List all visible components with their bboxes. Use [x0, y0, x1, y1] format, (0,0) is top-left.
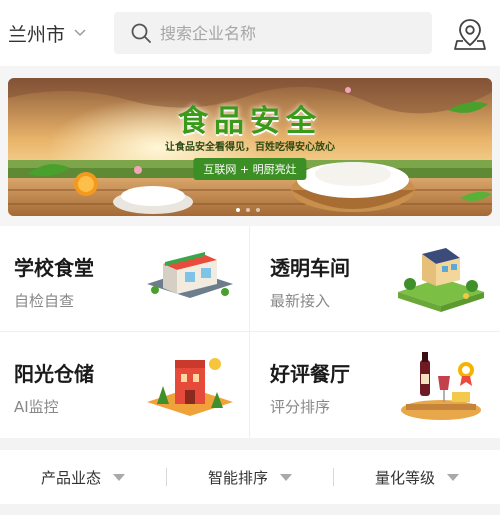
filter-label: 智能排序 — [207, 468, 268, 487]
category-subtitle: 最新接入 — [270, 292, 331, 310]
category-sunshine-warehouse[interactable]: 阳光仓储 AI监控 — [0, 332, 250, 438]
dropdown-triangle-icon — [447, 473, 459, 481]
transparent-workshop-icon — [398, 248, 484, 312]
category-subtitle: 评分排序 — [270, 398, 331, 416]
search-bar[interactable] — [114, 12, 432, 54]
dropdown-triangle-icon — [113, 473, 125, 481]
filter-rating-level[interactable]: 量化等级 — [334, 467, 500, 488]
category-title: 好评餐厅 — [270, 362, 350, 386]
top-bar: 兰州市 — [0, 0, 500, 66]
city-selector[interactable]: 兰州市 — [8, 18, 87, 48]
search-icon — [131, 23, 151, 43]
warehouse-icon — [147, 358, 233, 416]
food-safety-banner[interactable]: 食品安全 让食品安全看得见，百姓吃得安心放心 互联网 + 明厨亮灶 — [8, 78, 492, 216]
filter-label: 量化等级 — [374, 468, 435, 487]
category-subtitle: AI监控 — [14, 398, 59, 416]
restaurant-icon — [401, 352, 481, 420]
filter-label: 产品业态 — [40, 468, 101, 487]
filter-bar: 产品业态 智能排序 量化等级 — [0, 450, 500, 504]
school-canteen-icon — [147, 252, 233, 298]
category-title: 阳光仓储 — [14, 362, 94, 386]
category-subtitle: 自检自查 — [14, 292, 75, 310]
banner-title: 食品安全 — [178, 104, 322, 139]
banner-area: 食品安全 让食品安全看得见，百姓吃得安心放心 互联网 + 明厨亮灶 — [0, 66, 500, 226]
chevron-down-icon — [74, 29, 86, 37]
banner-tag: 互联网 + 明厨亮灶 — [193, 158, 307, 180]
category-school-canteen[interactable]: 学校食堂 自检自查 — [0, 226, 250, 332]
category-grid: 学校食堂 自检自查 透明车间 最新接入 阳光仓储 AI监控 好评餐厅 评分排序 — [0, 226, 500, 438]
category-transparent-workshop[interactable]: 透明车间 最新接入 — [250, 226, 500, 332]
category-top-rated-restaurant[interactable]: 好评餐厅 评分排序 — [250, 332, 500, 438]
filter-product-type[interactable]: 产品业态 — [0, 467, 166, 488]
section-divider — [0, 438, 500, 450]
category-title: 学校食堂 — [14, 256, 94, 280]
filter-smart-sort[interactable]: 智能排序 — [167, 467, 333, 488]
category-title: 透明车间 — [270, 256, 350, 280]
city-label: 兰州市 — [8, 23, 66, 46]
bottom-divider — [0, 504, 500, 515]
dropdown-triangle-icon — [280, 473, 292, 481]
search-input[interactable] — [160, 23, 420, 43]
banner-subtitle: 让食品安全看得见，百姓吃得安心放心 — [165, 142, 335, 153]
location-map-icon[interactable] — [452, 16, 488, 52]
